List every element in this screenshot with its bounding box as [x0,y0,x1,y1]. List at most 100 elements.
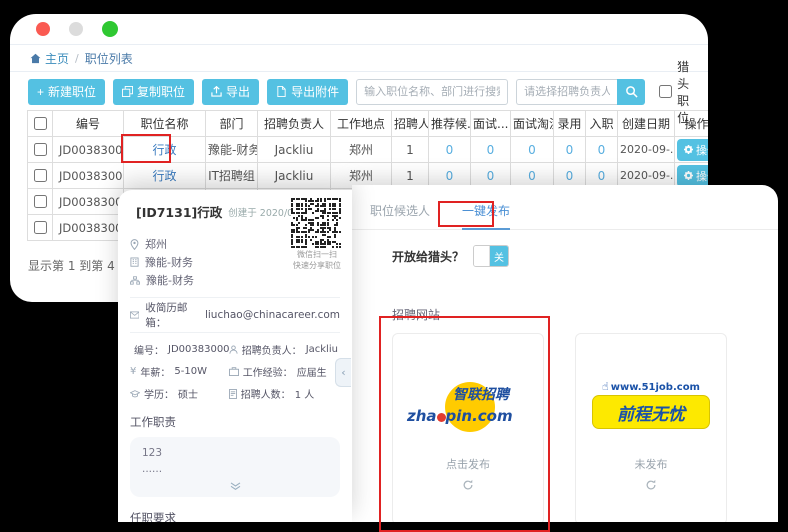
job-info-grid: 编号：JD00383000036 招聘负责人：Jackliu ¥ 年薪：5-10… [130,342,340,401]
location-pin-icon [130,239,139,250]
qr-code [291,198,341,248]
tab-candidates[interactable]: 职位候选人 [370,202,430,229]
col-hired: 录用 [554,111,586,137]
row-action-button[interactable]: 操作 [677,139,708,161]
resume-email-label: 收简历邮箱： [145,300,199,330]
tab-one-click-publish[interactable]: 一键发布 [462,202,510,230]
count-link[interactable]: 0 [487,169,495,183]
titlebar [10,14,708,44]
breadcrumb-home[interactable]: 主页 [30,50,69,67]
copy-icon [122,86,133,97]
count-link[interactable]: 0 [566,143,574,157]
collapse-panel-handle[interactable]: ‹ [335,358,351,387]
screen: { "colors":{ "accent":"#54c1e2","link_bl… [0,0,788,522]
51job-status: 未发布 [576,456,726,472]
row-checkbox[interactable] [34,169,47,182]
cell-owner: Jackliu [258,163,331,189]
col-recommended: 推荐候... [429,111,471,137]
building-icon [130,257,139,267]
resume-email-row: 收简历邮箱： liuchao@chinacareer.com [130,306,340,324]
row-checkbox[interactable] [34,195,47,208]
recruitment-sites-label: 招聘网站 [392,306,778,323]
row-action-label: 操作 [696,168,708,184]
refresh-icon[interactable] [393,476,543,495]
count-link[interactable]: 0 [528,169,536,183]
duty-line: 123 [142,446,328,462]
owner-search-group [516,79,645,105]
count-link[interactable]: 0 [446,169,454,183]
count-link[interactable]: 0 [528,143,536,157]
copy-job-button[interactable]: 复制职位 [113,79,194,105]
job-department: 豫能-财务 [130,271,340,289]
cell-id: JD00383000019 [53,215,124,241]
col-owner: 招聘负责人 [258,111,331,137]
export-button[interactable]: 导出 [202,79,259,105]
51job-yellow-box: 前程无忧 [592,395,710,429]
job-detail-title: [ID7131]行政 [136,202,222,221]
briefcase-icon [229,367,239,376]
qr-caption: 微信扫一扫 快速分享职位 [291,250,343,272]
toggle-state-label: 关 [490,246,508,266]
person-icon [229,345,238,354]
count-link[interactable]: 0 [566,169,574,183]
search-input[interactable] [356,79,508,105]
col-onboarded: 入职 [586,111,618,137]
toolbar: + 新建职位 复制职位 导出 导出附件 猎头职位 [28,78,690,105]
row-checkbox[interactable] [34,143,47,156]
expand-chevron-icon[interactable] [142,482,328,494]
job-title-link[interactable]: 行政 [152,169,176,183]
breadcrumb-home-label[interactable]: 主页 [45,50,69,67]
duties-box: 123 ...... [130,437,340,497]
site-card-zhaopin[interactable]: 智联招聘 zhapin.com 点击发布 [392,333,544,522]
owner-select-input[interactable] [516,79,617,105]
traffic-light-zoom[interactable] [102,21,118,37]
search-button[interactable] [617,79,645,105]
site-card-51job[interactable]: ☝www.51job.com 前程无忧 未发布 [575,333,727,522]
headhunter-toggle-label: 开放给猎头？ [392,248,464,265]
zhaopin-en-text: zhapin.com [407,407,513,425]
count-link[interactable]: 0 [487,143,495,157]
col-location: 工作地点 [331,111,392,137]
job-title-link[interactable]: 行政 [152,143,176,157]
zhaopin-red-dot [437,413,446,422]
refresh-icon[interactable] [576,476,726,495]
home-icon [30,53,41,64]
51job-logo: ☝www.51job.com 前程无忧 [576,380,726,429]
count-link[interactable]: 0 [446,143,454,157]
job-created-date: 创建于 2020/09 [228,205,299,219]
document-icon [229,389,237,399]
new-job-button[interactable]: + 新建职位 [28,79,105,105]
file-icon [276,86,287,97]
envelope-icon [130,311,139,319]
cell-owner: Jackliu [258,137,331,163]
job-detail-panel: [ID7131]行政 创建于 2020/09 微信扫一扫 快速分享职位 郑州 豫… [118,190,352,522]
col-title: 职位名称 [124,111,206,137]
table-header-row: 编号 职位名称 部门 招聘负责人 工作地点 招聘人... 推荐候... 面试..… [28,111,709,137]
traffic-light-minimize[interactable] [69,22,83,36]
divider [130,332,340,333]
count-link[interactable]: 0 [598,143,606,157]
51job-cn-text: 前程无忧 [617,400,685,425]
gear-icon [684,145,693,154]
headhunter-checkbox[interactable] [659,85,672,98]
zhaopin-cn-text: 智联招聘 [453,384,509,404]
headhunter-toggle-row: 开放给猎头？ 关 [392,245,778,267]
row-checkbox[interactable] [34,221,47,234]
count-link[interactable]: 0 [598,169,606,183]
qr-share-block: 微信扫一扫 快速分享职位 [291,198,343,272]
row-action-button[interactable]: 操作 [677,165,708,187]
traffic-light-close[interactable] [36,22,50,36]
breadcrumb-current: 职位列表 [85,50,133,67]
headhunter-toggle[interactable]: 关 [473,245,509,267]
requirements-section-title: 任职要求 [130,510,340,523]
divider [130,297,340,298]
cell-location: 郑州 [331,137,392,163]
breadcrumb: 主页 / 职位列表 [10,44,708,72]
export-attachment-button[interactable]: 导出附件 [267,79,348,105]
col-created: 创建日期 [618,111,675,137]
select-all-checkbox[interactable] [34,117,47,130]
duty-line: ...... [142,462,328,478]
export-icon [211,86,222,97]
51job-url-text: ☝www.51job.com [592,380,710,393]
resume-email-value: liuchao@chinacareer.com [205,309,340,321]
